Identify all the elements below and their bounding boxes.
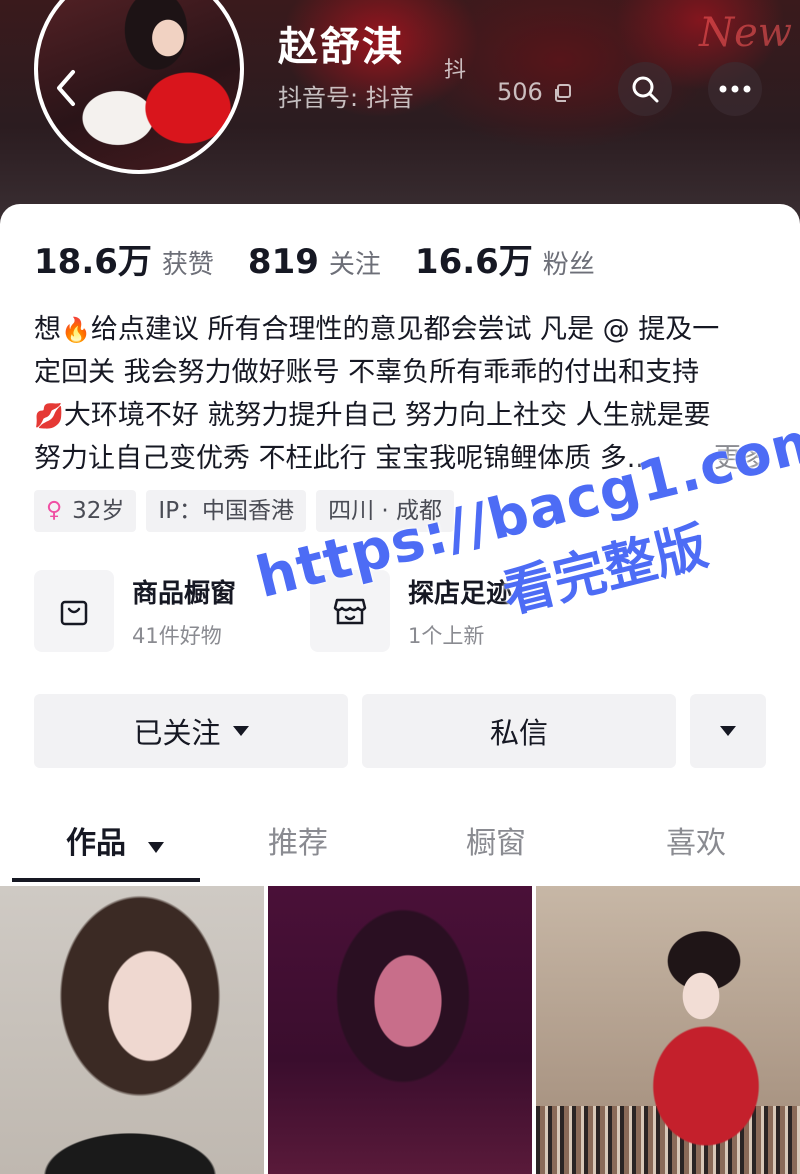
followers-label[interactable]: 粉丝 [543,244,595,281]
video-grid [0,886,800,1174]
likes-count: 18.6万 [34,242,152,282]
active-tab-indicator [12,878,200,882]
store-visits-entry[interactable]: 探店足迹 1个上新 [310,570,512,652]
recommend-expand-button[interactable] [690,694,766,768]
douyin-id-number: 506 [497,78,543,106]
bio: 想🔥给点建议 所有合理性的意见都会尝试 凡是 @ 提及一 定回关 我会努力做好账… [34,308,774,480]
following-label[interactable]: 关注 [329,244,381,281]
bio-line-2: 定回关 我会努力做好账号 不辜负所有乖乖的付出和支持 [34,357,700,388]
stats-row: 18.6万 获赞 819 关注 16.6万 粉丝 [34,234,629,283]
age-tag: ♀ 32岁 [34,490,137,532]
bio-more-link[interactable]: 更多 [714,437,768,480]
shop-icon-box [34,570,114,652]
profile-card: 18.6万 获赞 819 关注 16.6万 粉丝 想🔥给点建议 所有合理性的意见… [0,204,800,1174]
following-count[interactable]: 819 [248,242,319,282]
search-icon [632,76,659,103]
douyin-id-label: 抖音号: 抖音 [278,84,414,112]
lips-emoji-icon: 💋 [34,402,64,430]
video-thumbnail[interactable] [0,886,264,1174]
chevron-left-icon [57,70,75,106]
bio-line-4: 努力让自己变优秀 不枉此行 宝宝我呢锦鲤体质 多... 更多 [34,437,774,480]
ip-tag: IP：中国香港 [146,490,307,532]
following-button[interactable]: 已关注 [34,694,348,768]
shop-window-title: 商品橱窗 [132,578,237,609]
likes-label: 获赞 [161,250,214,280]
content-tabs: 作品 推荐 橱窗 喜欢 [0,818,800,882]
caret-down-icon [232,726,249,736]
copy-icon[interactable] [553,84,571,102]
caret-down-icon [148,842,165,853]
tab-recommend[interactable]: 推荐 [268,818,328,862]
more-options-button[interactable] [708,62,762,116]
search-button[interactable] [618,62,672,116]
shopping-bag-icon [60,600,88,626]
back-button[interactable] [44,60,88,114]
storefront-icon [333,598,367,625]
bio-line-3: 💋大环境不好 就努力提升自己 努力向上社交 人生就是要 [34,400,711,431]
profile-tags: ♀ 32岁 IP：中国香港 四川 · 成都 [34,490,454,532]
profile-name: 赵舒淇 [278,24,404,70]
banner-decoration-text: New [699,10,792,56]
more-dots-icon [719,85,751,93]
female-icon: ♀ [46,498,63,523]
store-visits-subtitle: 1个上新 [408,623,485,648]
shop-window-subtitle: 41件好物 [132,623,222,648]
message-button[interactable]: 私信 [362,694,676,768]
bio-line-1: 想🔥给点建议 所有合理性的意见都会尝试 凡是 @ 提及一 [34,314,720,345]
douyin-id-partial: 抖 [444,58,467,83]
video-thumbnail[interactable] [536,886,800,1174]
shop-window-entry[interactable]: 商品橱窗 41件好物 [34,570,236,652]
location-tag: 四川 · 成都 [316,490,454,532]
video-thumbnail[interactable] [268,886,532,1174]
store-icon-box [310,570,390,652]
followers-count[interactable]: 16.6万 [415,234,533,283]
tab-likes[interactable]: 喜欢 [666,818,726,862]
tab-works[interactable]: 作品 [66,818,165,862]
tab-shop-window[interactable]: 橱窗 [466,818,526,862]
fire-emoji-icon: 🔥 [61,316,91,344]
caret-down-icon [720,726,736,736]
store-visits-title: 探店足迹 [408,578,513,609]
